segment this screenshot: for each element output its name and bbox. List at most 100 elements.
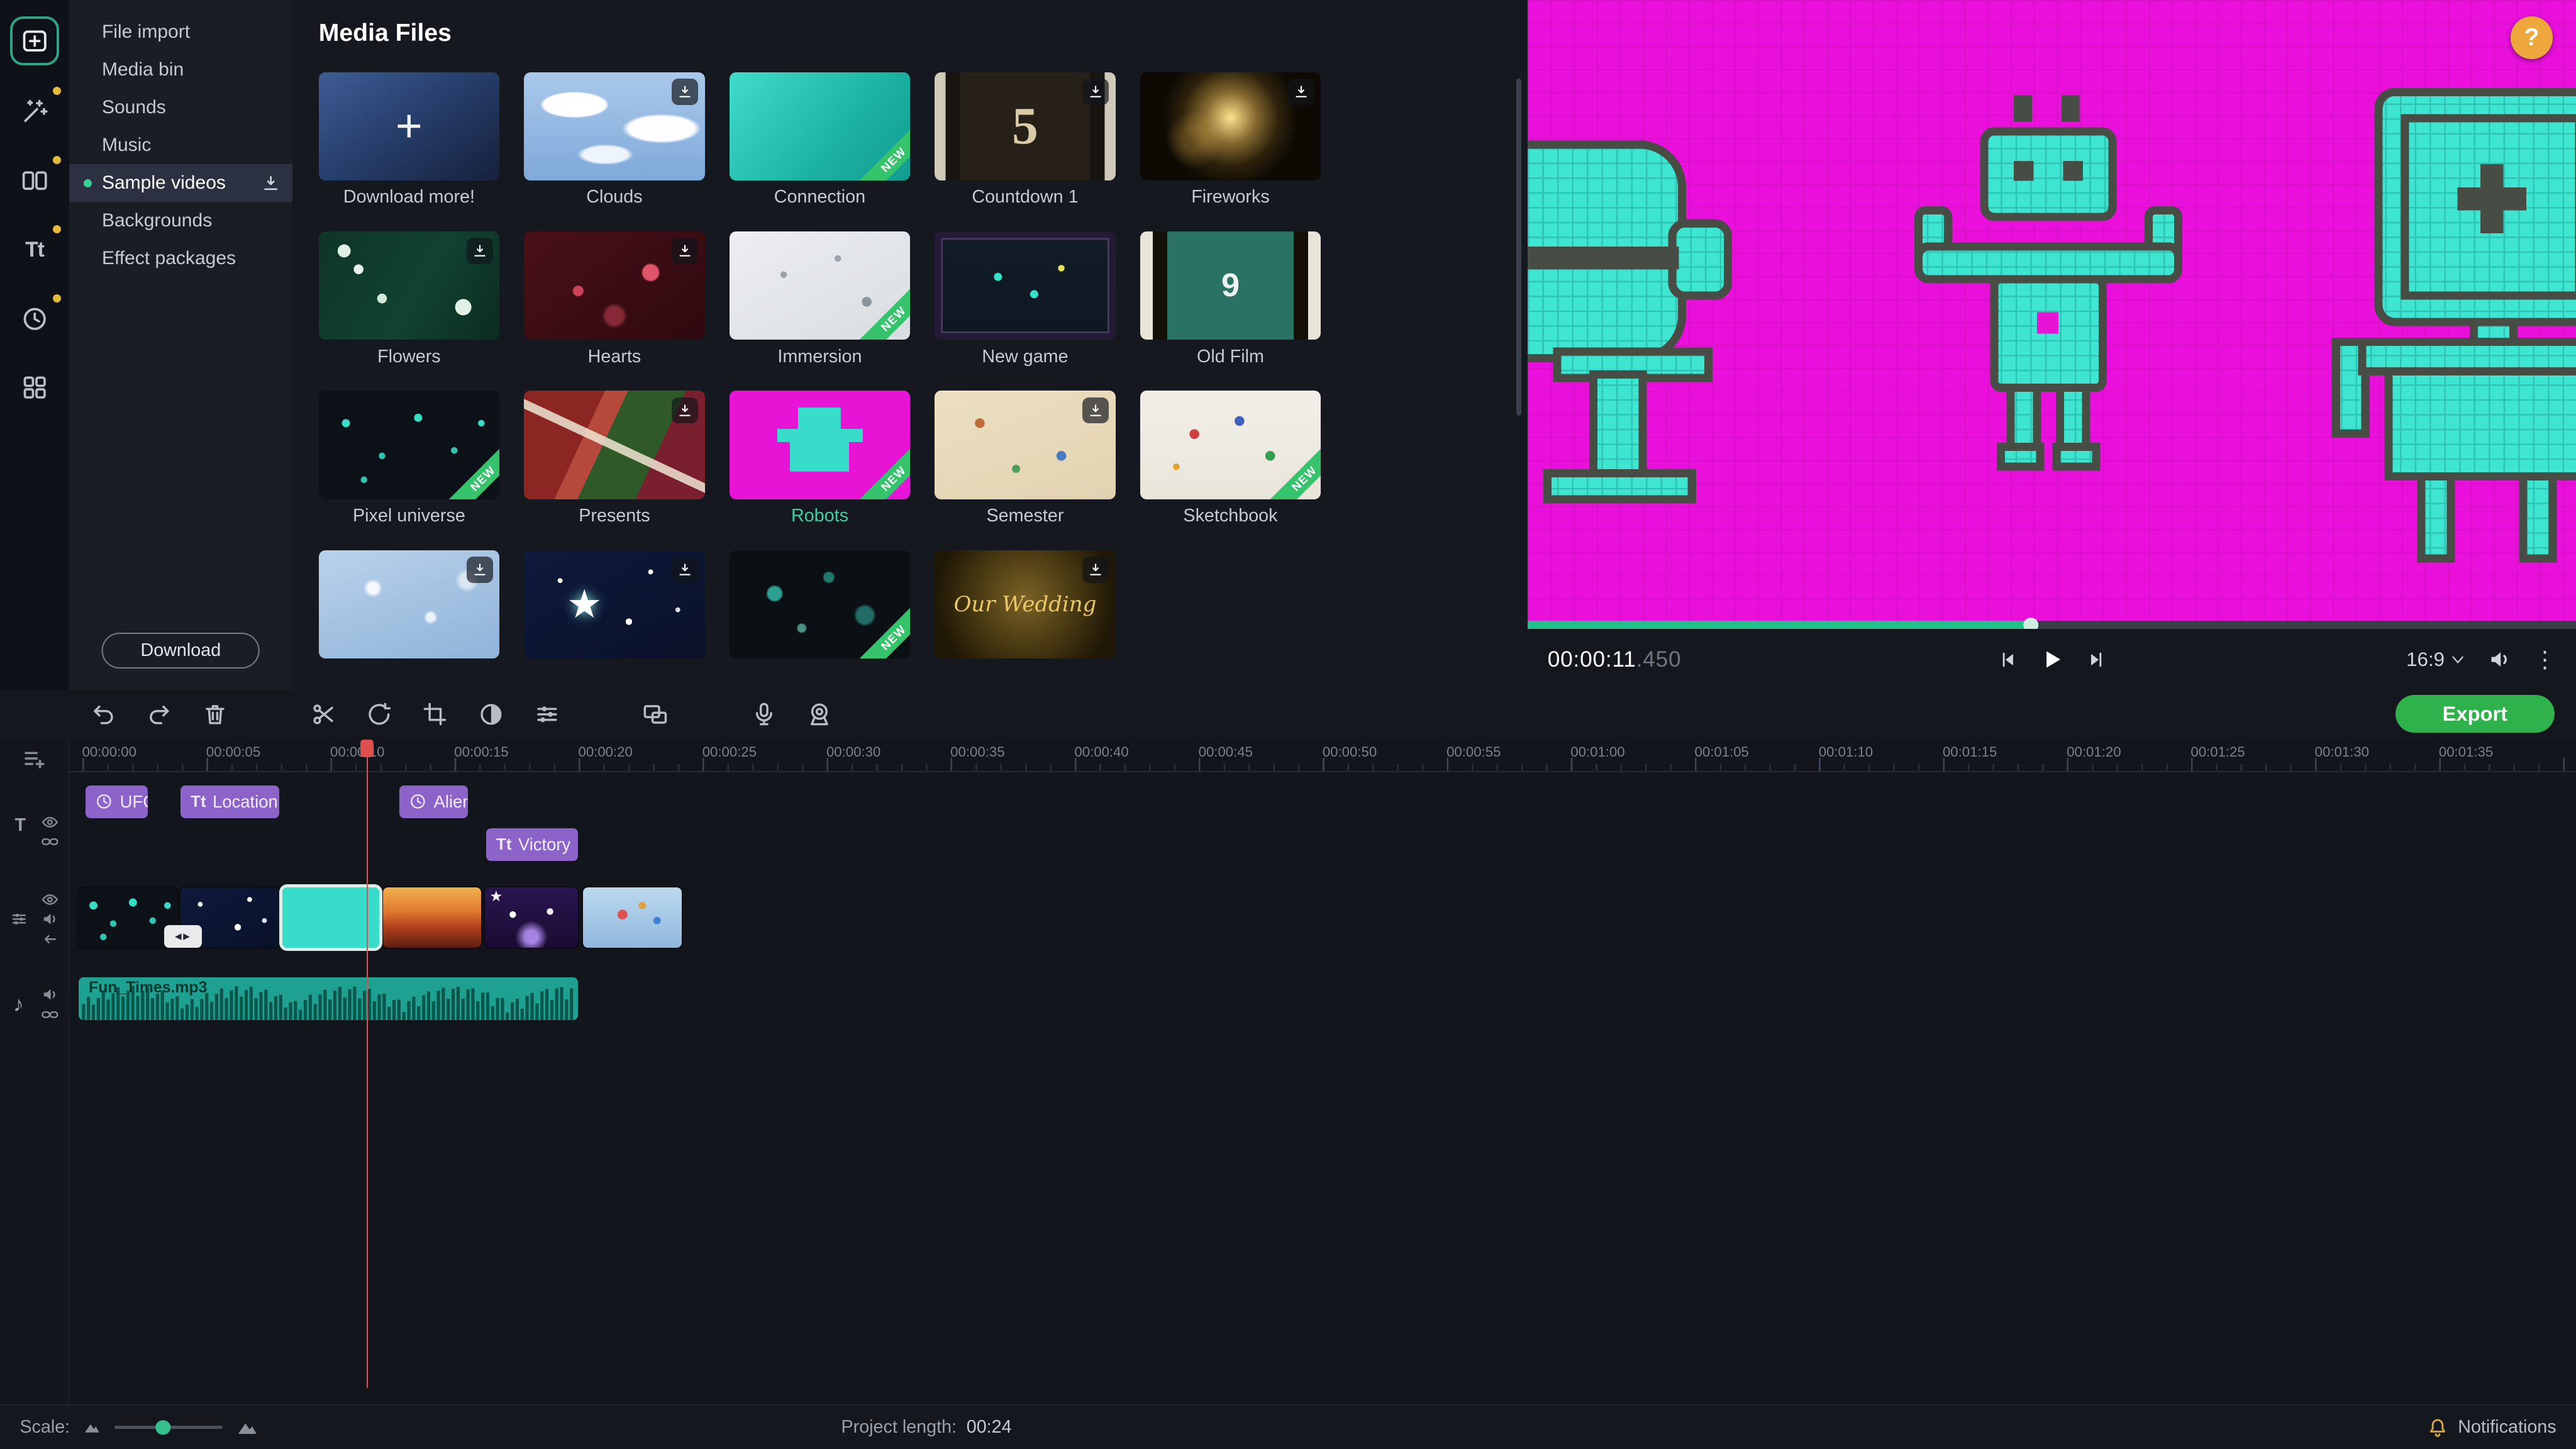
media-tile[interactable]: +Download more!: [319, 72, 499, 210]
media-thumbnail-sketchbook[interactable]: NEW: [1140, 391, 1321, 499]
title-clip-alien[interactable]: Alien: [399, 786, 469, 818]
video-track-mute-toggle[interactable]: [41, 910, 59, 928]
rail-item-transitions[interactable]: [11, 158, 57, 204]
export-button[interactable]: Export: [2396, 695, 2555, 733]
audio-track-link-toggle[interactable]: [41, 1006, 59, 1024]
video-clip-pixel-universe[interactable]: [79, 887, 177, 948]
audio-clip[interactable]: Fun_Times.mp3: [79, 977, 578, 1020]
next-frame-button[interactable]: [2085, 649, 2107, 670]
media-thumbnail-snow[interactable]: [319, 550, 499, 658]
crop-button[interactable]: [419, 698, 452, 731]
play-button[interactable]: [2040, 647, 2064, 672]
delete-button[interactable]: [199, 698, 231, 731]
media-tile[interactable]: Our Wedding: [935, 550, 1115, 688]
title-track-visibility-toggle[interactable]: [41, 813, 59, 831]
volume-button[interactable]: [2487, 647, 2512, 672]
media-thumbnail-hearts[interactable]: [524, 231, 704, 340]
media-thumbnail-wedding[interactable]: Our Wedding: [935, 550, 1115, 658]
more-options-button[interactable]: ⋮: [2533, 646, 2557, 673]
video-clip-concert[interactable]: ★: [485, 887, 579, 948]
media-tile[interactable]: NEWConnection: [730, 72, 910, 210]
rail-item-effects[interactable]: [11, 296, 57, 341]
notifications-button[interactable]: Notifications: [2427, 1417, 2557, 1438]
video-track-visibility-toggle[interactable]: [41, 891, 59, 909]
sidebar-item-backgrounds[interactable]: Backgrounds: [69, 202, 292, 240]
media-tile[interactable]: 5Countdown 1: [935, 72, 1115, 210]
rail-item-media-import[interactable]: [10, 16, 59, 65]
media-thumbnail-presents[interactable]: [524, 391, 704, 499]
download-badge[interactable]: [672, 79, 698, 105]
download-badge[interactable]: [1082, 79, 1109, 105]
video-clip-sunset[interactable]: [383, 887, 482, 948]
download-button[interactable]: Download: [102, 633, 260, 669]
download-badge[interactable]: [467, 557, 493, 583]
download-badge[interactable]: [467, 238, 493, 264]
media-tile[interactable]: Fireworks: [1140, 72, 1321, 210]
record-audio-button[interactable]: [747, 698, 780, 731]
sidebar-item-media-bin[interactable]: Media bin: [69, 51, 292, 89]
download-badge[interactable]: [1288, 79, 1314, 105]
download-badge[interactable]: [1082, 397, 1109, 424]
seek-bar[interactable]: [1528, 621, 2576, 629]
split-button[interactable]: [307, 698, 340, 731]
overlay-button[interactable]: [639, 698, 672, 731]
zoom-out-icon[interactable]: [83, 1418, 101, 1436]
video-track-return-icon[interactable]: [41, 930, 59, 948]
aspect-ratio-select[interactable]: 16:9: [2406, 648, 2466, 671]
media-thumbnail-downloadmore[interactable]: +: [319, 72, 499, 180]
media-thumbnail-flowers[interactable]: [319, 231, 499, 340]
timeline-ruler[interactable]: 00:00:0000:00:0500:00:1000:00:1500:00:20…: [69, 740, 2576, 772]
media-thumbnail-newgame[interactable]: [935, 231, 1115, 340]
help-button[interactable]: ?: [2511, 16, 2553, 59]
video-clip-robots[interactable]: [282, 887, 379, 948]
clip-properties-button[interactable]: [531, 698, 564, 731]
media-tile[interactable]: ★: [524, 550, 704, 688]
media-thumbnail-fireworks[interactable]: [1140, 72, 1321, 180]
media-tile[interactable]: NEWRobots: [730, 391, 910, 528]
media-tile[interactable]: Hearts: [524, 231, 704, 369]
media-tile[interactable]: Clouds: [524, 72, 704, 210]
download-badge[interactable]: [1082, 557, 1109, 583]
video-track-properties-icon[interactable]: [10, 910, 28, 928]
media-tile[interactable]: NEWImmersion: [730, 231, 910, 369]
media-thumbnail-connection[interactable]: NEW: [730, 72, 910, 180]
scale-slider[interactable]: [114, 1426, 223, 1429]
transition-handle[interactable]: ◂▸: [164, 925, 202, 948]
media-thumbnail-pixeluniverse[interactable]: NEW: [319, 391, 499, 499]
title-clip-location[interactable]: TtLocation: [180, 786, 279, 818]
download-badge[interactable]: [672, 238, 698, 264]
media-tile[interactable]: Presents: [524, 391, 704, 528]
title-clip-ufc[interactable]: UFC: [86, 786, 148, 818]
sidebar-item-music[interactable]: Music: [69, 126, 292, 164]
rail-item-more-tools[interactable]: [11, 365, 57, 411]
title-track-link-toggle[interactable]: [41, 833, 59, 851]
media-tile[interactable]: Semester: [935, 391, 1115, 528]
rail-item-filters[interactable]: [11, 89, 57, 135]
add-track-button[interactable]: [21, 746, 48, 772]
sidebar-item-file-import[interactable]: File import: [69, 13, 292, 51]
audio-track-mute-toggle[interactable]: [41, 985, 59, 1004]
media-thumbnail-countdown[interactable]: 5: [935, 72, 1115, 180]
media-tile[interactable]: NEWSketchbook: [1140, 391, 1321, 528]
media-tile[interactable]: NEW: [730, 550, 910, 688]
media-thumbnail-clouds[interactable]: [524, 72, 704, 180]
sidebar-item-sounds[interactable]: Sounds: [69, 89, 292, 126]
redo-button[interactable]: [143, 698, 175, 731]
download-samples-icon[interactable]: [261, 174, 280, 193]
media-thumbnail-semester[interactable]: [935, 391, 1115, 499]
title-clip-victory[interactable]: TtVictory: [486, 828, 578, 861]
media-tile[interactable]: Flowers: [319, 231, 499, 369]
media-thumbnail-stars[interactable]: ★: [524, 550, 704, 658]
media-tile[interactable]: New game: [935, 231, 1115, 369]
media-scrollbar[interactable]: [1516, 79, 1521, 416]
previous-frame-button[interactable]: [1997, 649, 2018, 670]
sidebar-item-sample-videos[interactable]: Sample videos: [69, 164, 292, 202]
sidebar-item-effect-packages[interactable]: Effect packages: [69, 240, 292, 277]
video-clip-balloons[interactable]: [583, 887, 682, 948]
media-thumbnail-bokeh[interactable]: NEW: [730, 550, 910, 658]
rotate-button[interactable]: [363, 698, 396, 731]
record-webcam-button[interactable]: [803, 698, 836, 731]
playhead[interactable]: [367, 740, 369, 1389]
media-tile[interactable]: NEWPixel universe: [319, 391, 499, 528]
undo-button[interactable]: [87, 698, 119, 731]
